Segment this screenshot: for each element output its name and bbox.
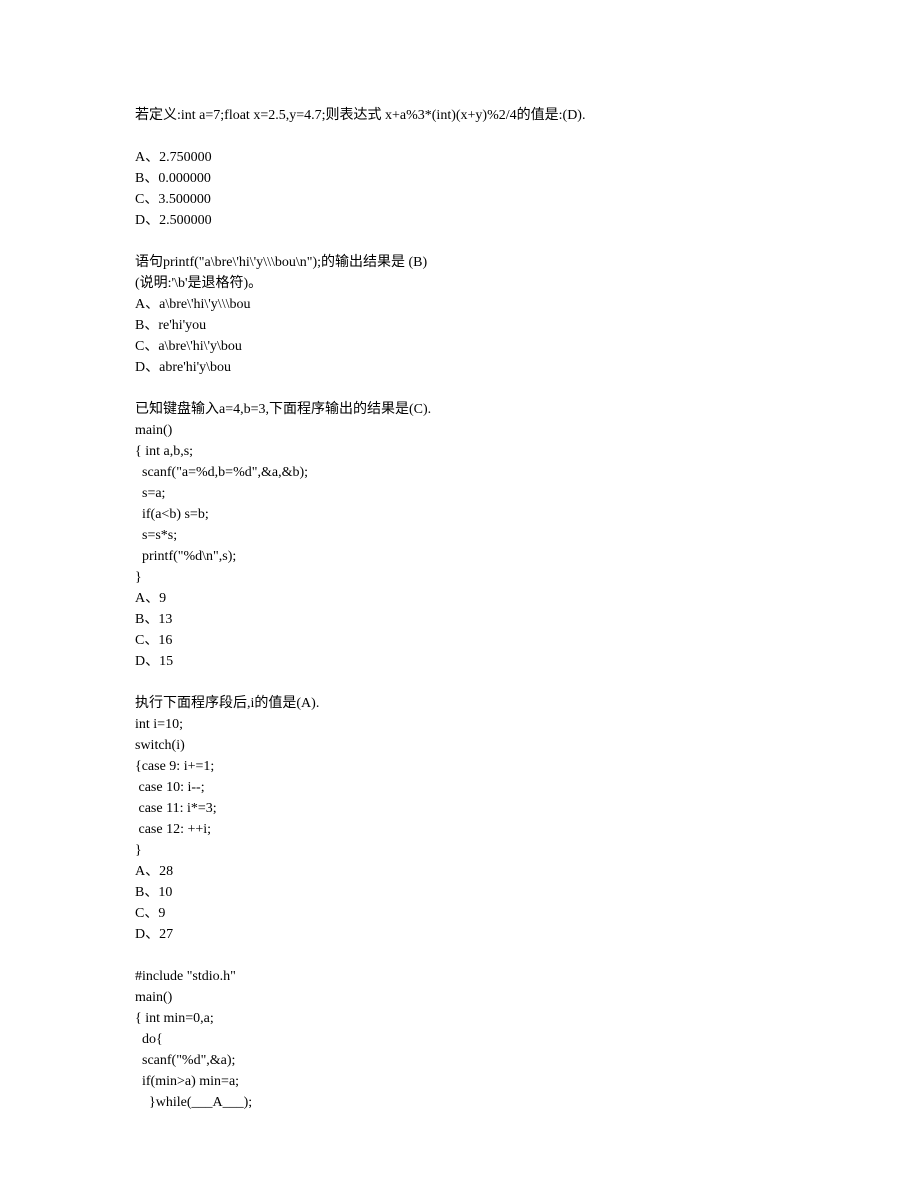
q4-question-text: 执行下面程序段后,i的值是(A).: [135, 693, 790, 714]
question-4: 执行下面程序段后,i的值是(A). int i=10; switch(i) {c…: [135, 693, 790, 945]
q5-code-4: scanf("%d",&a);: [135, 1050, 790, 1071]
q4-code-1: switch(i): [135, 735, 790, 756]
question-1: 若定义:int a=7;float x=2.5,y=4.7;则表达式 x+a%3…: [135, 105, 790, 126]
q4-opt-a: A、28: [135, 861, 790, 882]
question-3: 已知键盘输入a=4,b=3,下面程序输出的结果是(C). main() { in…: [135, 399, 790, 672]
q3-question-text: 已知键盘输入a=4,b=3,下面程序输出的结果是(C).: [135, 399, 790, 420]
q3-opt-d: D、15: [135, 651, 790, 672]
q5-code-0: #include "stdio.h": [135, 966, 790, 987]
q3-opt-b: B、13: [135, 609, 790, 630]
document-page: 若定义:int a=7;float x=2.5,y=4.7;则表达式 x+a%3…: [0, 0, 920, 1194]
q1-opt-c: C、3.500000: [135, 189, 790, 210]
q1-question-text: 若定义:int a=7;float x=2.5,y=4.7;则表达式 x+a%3…: [135, 105, 790, 126]
q3-code-3: s=a;: [135, 483, 790, 504]
q4-code-2: {case 9: i+=1;: [135, 756, 790, 777]
q2-opt-c: C、a\bre\'hi\'y\bou: [135, 336, 790, 357]
q2-question-text: 语句printf("a\bre\'hi\'y\\\bou\n");的输出结果是 …: [135, 252, 790, 273]
q4-code-6: }: [135, 840, 790, 861]
q3-code-2: scanf("a=%d,b=%d",&a,&b);: [135, 462, 790, 483]
q4-code-4: case 11: i*=3;: [135, 798, 790, 819]
q3-opt-c: C、16: [135, 630, 790, 651]
q5-code-3: do{: [135, 1029, 790, 1050]
q2-note: (说明:'\b'是退格符)。: [135, 273, 790, 294]
question-5: #include "stdio.h" main() { int min=0,a;…: [135, 966, 790, 1113]
q1-opt-b: B、0.000000: [135, 168, 790, 189]
q5-code-6: }while(___A___);: [135, 1092, 790, 1113]
q2-opt-d: D、abre'hi'y\bou: [135, 357, 790, 378]
q5-code-2: { int min=0,a;: [135, 1008, 790, 1029]
q1-opt-a: A、2.750000: [135, 147, 790, 168]
question-1-options: A、2.750000 B、0.000000 C、3.500000 D、2.500…: [135, 147, 790, 231]
q4-opt-c: C、9: [135, 903, 790, 924]
q1-opt-d: D、2.500000: [135, 210, 790, 231]
q5-code-1: main(): [135, 987, 790, 1008]
q2-opt-a: A、a\bre\'hi\'y\\\bou: [135, 294, 790, 315]
q4-code-0: int i=10;: [135, 714, 790, 735]
q2-opt-b: B、re'hi'you: [135, 315, 790, 336]
q3-code-5: s=s*s;: [135, 525, 790, 546]
q3-code-6: printf("%d\n",s);: [135, 546, 790, 567]
question-2: 语句printf("a\bre\'hi\'y\\\bou\n");的输出结果是 …: [135, 252, 790, 378]
q4-code-3: case 10: i--;: [135, 777, 790, 798]
q3-code-7: }: [135, 567, 790, 588]
q3-code-0: main(): [135, 420, 790, 441]
q3-code-1: { int a,b,s;: [135, 441, 790, 462]
q4-code-5: case 12: ++i;: [135, 819, 790, 840]
q4-opt-b: B、10: [135, 882, 790, 903]
q3-opt-a: A、9: [135, 588, 790, 609]
q4-opt-d: D、27: [135, 924, 790, 945]
q3-code-4: if(a<b) s=b;: [135, 504, 790, 525]
q5-code-5: if(min>a) min=a;: [135, 1071, 790, 1092]
